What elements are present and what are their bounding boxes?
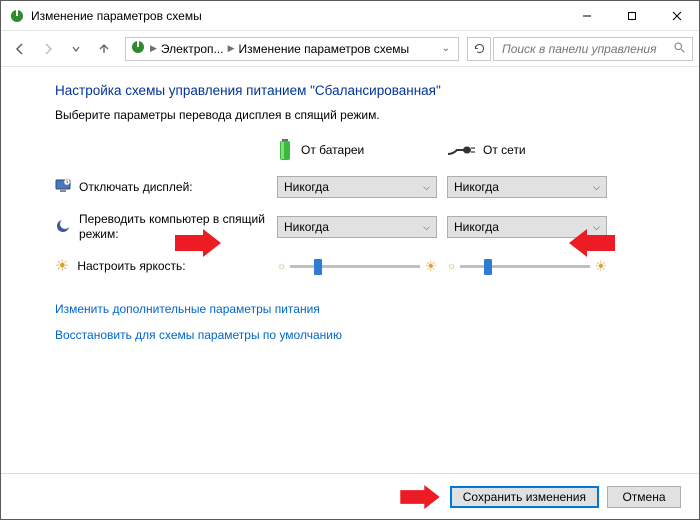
row-sleep: Переводить компьютер в спящий режим: (55, 212, 277, 242)
page-subtitle: Выберите параметры перевода дисплея в сп… (55, 108, 673, 122)
nav-back-button[interactable] (7, 36, 33, 62)
row-brightness: ☀ Настроить яркость: (55, 256, 277, 276)
refresh-button[interactable] (467, 37, 491, 61)
chevron-down-icon: ⌵ (423, 222, 430, 233)
window: Изменение параметров схемы (0, 0, 700, 520)
nav-forward-button (35, 36, 61, 62)
navbar: ▶ Электроп... ▶ Изменение параметров схе… (1, 31, 699, 67)
brightness-plugged-slider[interactable]: ☼ ☀ (447, 258, 607, 275)
row-label: Отключать дисплей: (79, 180, 193, 195)
search-box[interactable] (493, 37, 693, 61)
column-header-plugged: От сети (447, 143, 617, 157)
cancel-button[interactable]: Отмена (607, 486, 681, 508)
display-off-plugged-combo[interactable]: Никогда ⌵ (447, 176, 607, 198)
moon-icon (55, 218, 71, 237)
sun-large-icon: ☀ (594, 258, 607, 275)
annotation-arrow (569, 229, 615, 257)
chevron-right-icon: ▶ (150, 43, 157, 54)
column-header-label: От сети (483, 143, 526, 157)
search-input[interactable] (500, 41, 667, 57)
column-header-label: От батареи (301, 143, 364, 157)
slider-track[interactable] (290, 265, 420, 268)
row-label: Переводить компьютер в спящий режим: (79, 212, 269, 242)
column-header-battery: От батареи (277, 138, 447, 162)
slider-thumb[interactable] (314, 259, 322, 275)
brightness-battery-slider[interactable]: ☼ ☀ (277, 258, 437, 275)
sun-icon: ☀ (55, 256, 69, 276)
titlebar: Изменение параметров схемы (1, 1, 699, 31)
battery-icon (277, 138, 293, 162)
address-bar[interactable]: ▶ Электроп... ▶ Изменение параметров схе… (125, 37, 459, 61)
power-options-icon (9, 8, 25, 24)
annotation-arrow (175, 229, 221, 257)
address-dropdown-button[interactable]: ⌄ (438, 43, 454, 54)
chevron-down-icon: ⌵ (593, 182, 600, 193)
content-area: Настройка схемы управления питанием "Сба… (1, 67, 699, 473)
chevron-right-icon: ▶ (228, 43, 235, 54)
sun-large-icon: ☀ (424, 258, 437, 275)
display-off-battery-combo[interactable]: Никогда ⌵ (277, 176, 437, 198)
chevron-down-icon: ⌵ (423, 182, 430, 193)
minimize-button[interactable] (564, 1, 609, 30)
slider-track[interactable] (460, 265, 590, 268)
combo-value: Никогда (284, 220, 329, 234)
combo-value: Никогда (284, 180, 329, 194)
sleep-battery-combo[interactable]: Никогда ⌵ (277, 216, 437, 238)
plug-icon (447, 144, 475, 156)
links-section: Изменить дополнительные параметры питани… (55, 302, 673, 354)
nav-recent-button[interactable] (63, 36, 89, 62)
sun-small-icon: ☼ (277, 261, 286, 272)
slider-thumb[interactable] (484, 259, 492, 275)
window-title: Изменение параметров схемы (31, 9, 564, 23)
footer: Сохранить изменения Отмена (1, 473, 699, 519)
close-button[interactable] (654, 1, 699, 30)
combo-value: Никогда (454, 220, 499, 234)
row-display-off: Отключать дисплей: (55, 178, 277, 197)
combo-value: Никогда (454, 180, 499, 194)
search-icon (673, 41, 686, 57)
row-label: Настроить яркость: (77, 259, 185, 274)
maximize-button[interactable] (609, 1, 654, 30)
sun-small-icon: ☼ (447, 261, 456, 272)
breadcrumb-item[interactable]: Электроп... (161, 42, 224, 56)
nav-up-button[interactable] (91, 36, 117, 62)
page-title: Настройка схемы управления питанием "Сба… (55, 83, 673, 98)
advanced-settings-link[interactable]: Изменить дополнительные параметры питани… (55, 302, 320, 316)
restore-defaults-link[interactable]: Восстановить для схемы параметры по умол… (55, 328, 342, 342)
annotation-arrow (400, 485, 440, 509)
save-button[interactable]: Сохранить изменения (450, 486, 599, 508)
monitor-icon (55, 178, 71, 197)
breadcrumb-item[interactable]: Изменение параметров схемы (238, 42, 409, 56)
control-panel-icon (130, 39, 146, 58)
